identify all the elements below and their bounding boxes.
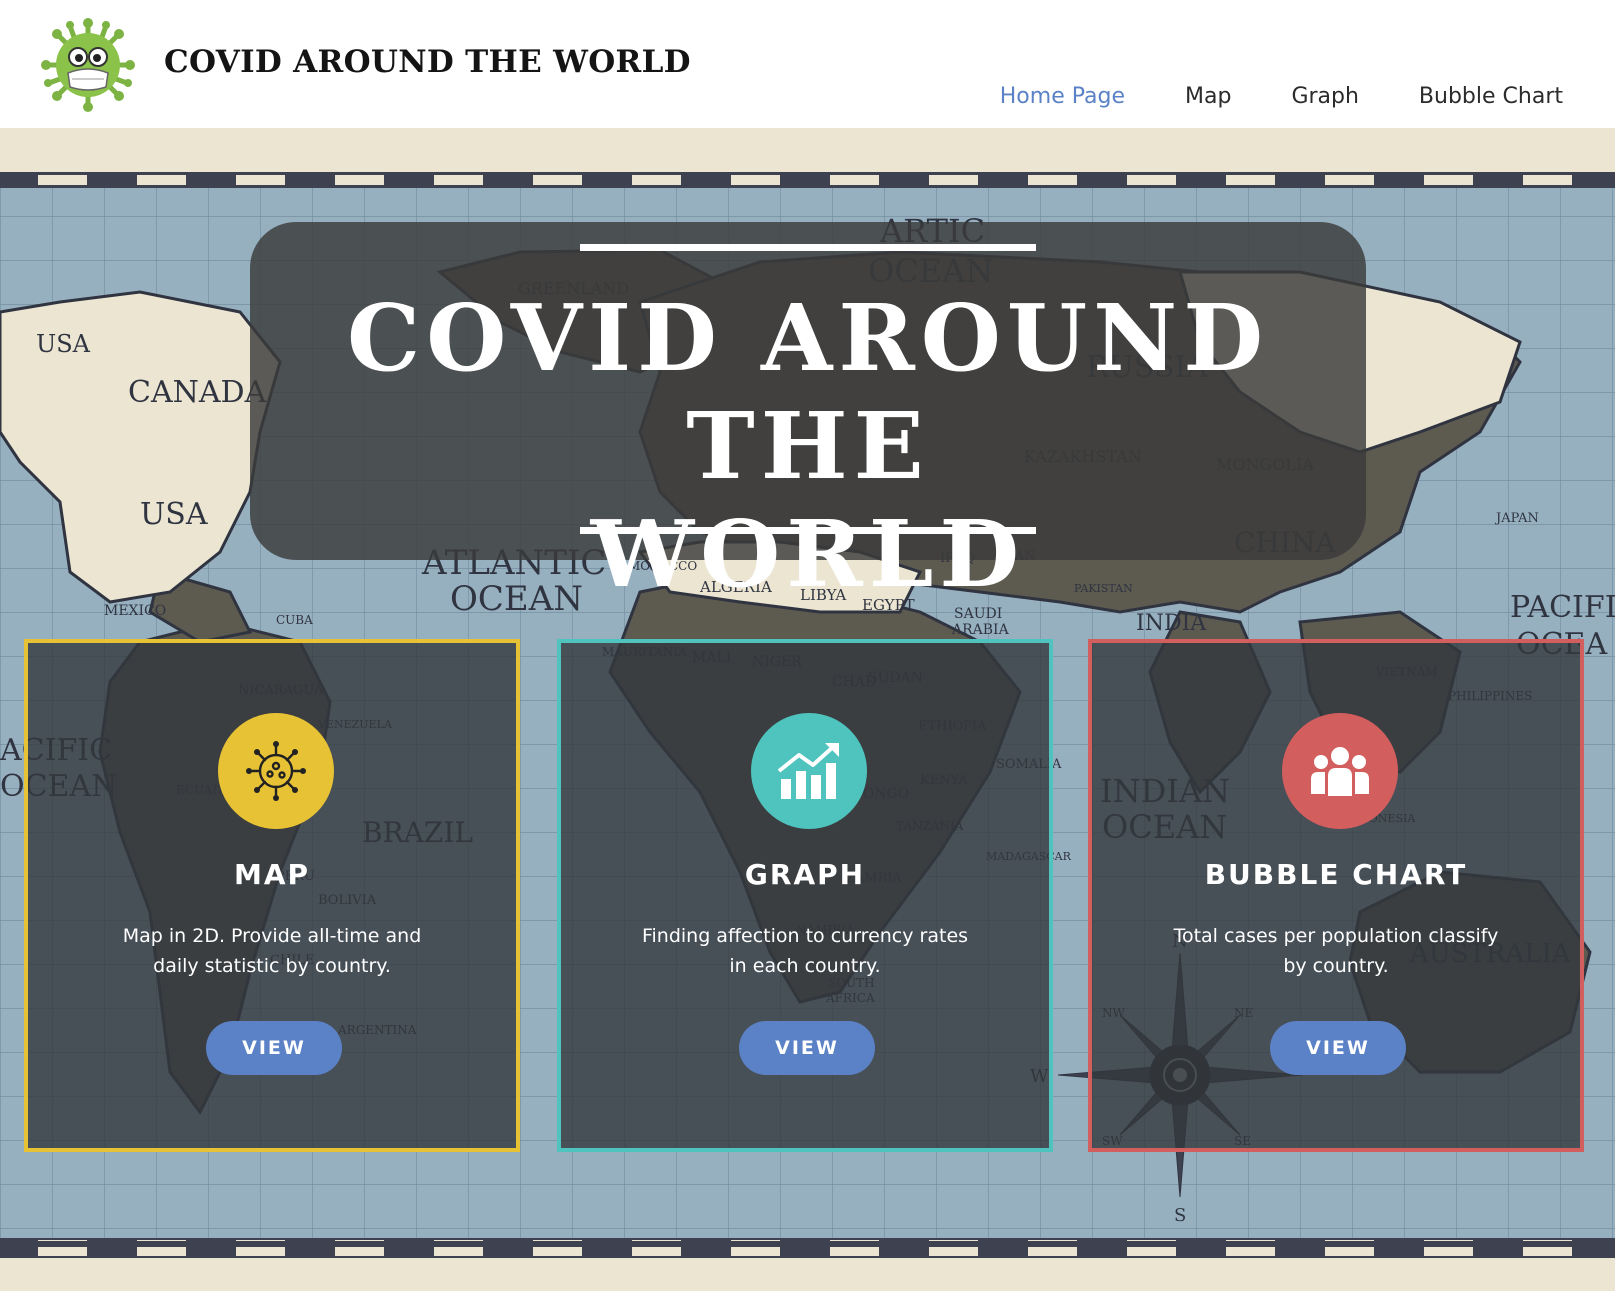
svg-text:ARABIA: ARABIA <box>951 622 1010 638</box>
card-bubble-chart: BUBBLE CHART Total cases per population … <box>1088 639 1584 1152</box>
card-graph-description: Finding affection to currency rates in e… <box>641 925 969 977</box>
users-group-icon <box>1282 713 1398 829</box>
hero-banner: COVID AROUND THE WORLD <box>250 222 1366 608</box>
card-graph: GRAPH Finding affection to currency rate… <box>557 639 1053 1152</box>
hero-bottom-rule <box>580 527 1036 534</box>
svg-text:USA: USA <box>140 497 208 532</box>
svg-text:JAPAN: JAPAN <box>1494 511 1539 526</box>
svg-text:INDIA: INDIA <box>1136 611 1207 636</box>
card-bubble-chart-description: Total cases per population classify by c… <box>1173 925 1499 977</box>
svg-text:SAUDI: SAUDI <box>954 606 1002 622</box>
card-map-description: Map in 2D. Provide all-time and daily st… <box>122 925 422 977</box>
card-map: MAP Map in 2D. Provide all-time and dail… <box>24 639 520 1152</box>
bubble-chart-view-button[interactable]: VIEW <box>1270 1021 1406 1075</box>
nav-graph[interactable]: Graph <box>1291 84 1358 109</box>
svg-text:PACIFI: PACIFI <box>1510 590 1615 625</box>
nav-bubble-chart[interactable]: Bubble Chart <box>1419 84 1563 109</box>
svg-text:CUBA: CUBA <box>276 613 313 627</box>
virus-icon <box>218 713 334 829</box>
main-nav: Home Page Map Graph Bubble Chart <box>940 84 1563 109</box>
hero-top-rule <box>580 244 1036 251</box>
card-bubble-chart-title: BUBBLE CHART <box>1204 858 1468 891</box>
hero-title-line1: COVID AROUND THE <box>346 284 1270 500</box>
site-header: COVID AROUND THE WORLD Home Page Map Gra… <box>0 0 1615 128</box>
world-map-background: GREENLAND ARTIC OCEAN USA CANADA USA RUS… <box>0 172 1615 1258</box>
brand-title[interactable]: COVID AROUND THE WORLD <box>164 44 691 80</box>
svg-text:USA: USA <box>36 330 91 358</box>
svg-text:MEXICO: MEXICO <box>104 603 166 619</box>
nav-map[interactable]: Map <box>1185 84 1231 109</box>
card-graph-title: GRAPH <box>744 858 866 891</box>
graph-view-button[interactable]: VIEW <box>739 1021 875 1075</box>
bar-chart-trend-icon <box>751 713 867 829</box>
card-map-title: MAP <box>233 858 311 891</box>
svg-text:S: S <box>1174 1205 1186 1226</box>
hero-title-line2: WORLD <box>590 500 1026 608</box>
virus-mascot-icon[interactable] <box>40 17 136 113</box>
hero-title: COVID AROUND THE WORLD <box>250 284 1366 608</box>
map-view-button[interactable]: VIEW <box>206 1021 342 1075</box>
nav-home-page[interactable]: Home Page <box>1000 84 1125 109</box>
svg-text:CANADA: CANADA <box>128 375 267 410</box>
